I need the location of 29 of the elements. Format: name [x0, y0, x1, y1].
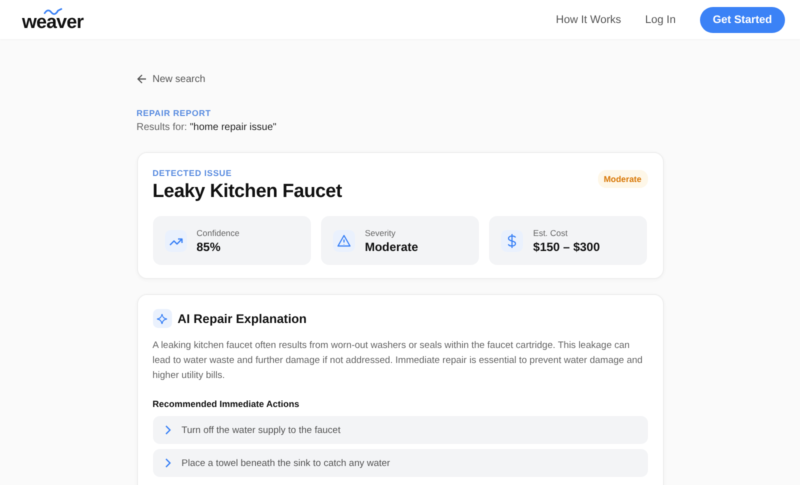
stat-value: $150 – $300	[533, 240, 600, 254]
weaver-logo[interactable]: weaver	[22, 8, 84, 32]
stat-label: Confidence	[196, 228, 240, 238]
search-query: "home repair issue"	[190, 122, 276, 133]
explanation-title: AI Repair Explanation	[178, 312, 307, 326]
action-item[interactable]: Place a towel beneath the sink to catch any water	[152, 449, 648, 477]
explanation-text: A leaking kitchen faucet often results from worn-out washers or seals within the faucet cartridge. This leakage can lead to water waste and further damage if not addressed. Immediate repair is essential to prevent water damage and higher utility bills.	[152, 339, 644, 383]
issue-title: Leaky Kitchen Faucet	[152, 181, 342, 203]
arrow-left-icon	[136, 74, 146, 84]
actions-heading: Recommended Immediate Actions	[152, 399, 300, 409]
nav-link[interactable]: Log In	[645, 14, 676, 26]
nav-link[interactable]: How It Works	[556, 14, 622, 26]
results-label: Results for:	[136, 122, 188, 133]
sparkle-icon	[156, 312, 168, 324]
warning-icon	[336, 234, 351, 248]
stat-label: Severity	[364, 228, 397, 238]
section-label: DETECTED ISSUE	[152, 168, 233, 178]
stat-value: 85%	[196, 240, 222, 254]
brand-name: weaver	[22, 12, 84, 32]
chevron-right-icon	[164, 458, 172, 468]
severity-badge: Moderate	[598, 170, 648, 188]
wave-icon	[42, 8, 63, 14]
chevron-right-icon	[164, 425, 172, 435]
get-started-button[interactable]: Get Started	[700, 6, 785, 32]
action-item[interactable]: Turn off the water supply to the faucet	[152, 416, 648, 444]
stat-label: Est. Cost	[533, 228, 569, 238]
back-link[interactable]: New search	[136, 74, 206, 84]
section-label: REPAIR REPORT	[136, 108, 212, 118]
stat-value: Moderate	[364, 240, 418, 254]
